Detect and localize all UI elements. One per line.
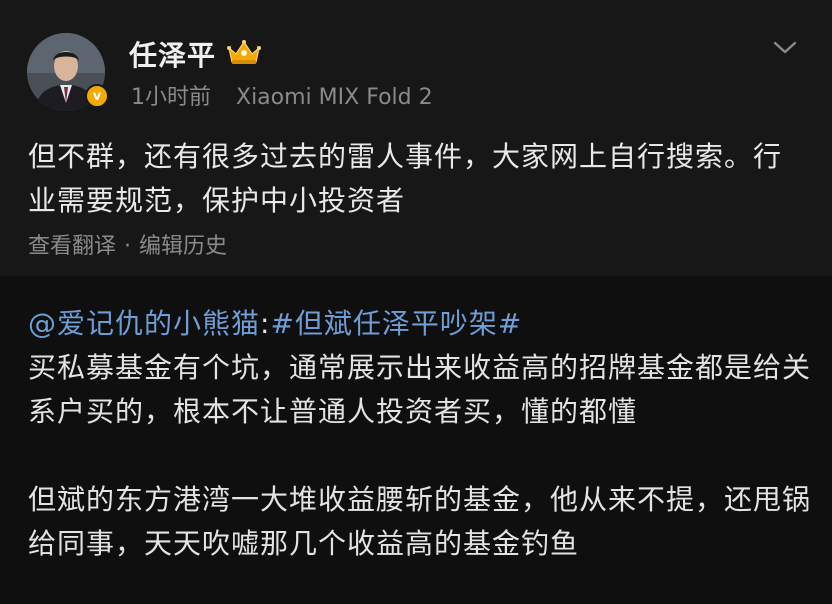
repost-text: @爱记仇的小熊猫:#但斌任泽平吵架# 买私募基金有个坑，通常展示出来收益高的招牌… bbox=[28, 302, 818, 566]
repost-paragraph-1-text: 买私募基金有个坑，通常展示出来收益高的招牌基金都是给关系户买的，根本不让普通人投… bbox=[28, 351, 812, 428]
post-device: Xiaomi MIX Fold 2 bbox=[236, 85, 433, 110]
verified-v-badge-icon: v bbox=[85, 84, 109, 108]
edit-history-link[interactable]: 编辑历史 bbox=[139, 234, 227, 259]
author-name[interactable]: 任泽平 bbox=[129, 34, 216, 74]
repost-paragraph-1: @爱记仇的小熊猫:#但斌任泽平吵架# 买私募基金有个坑，通常展示出来收益高的招牌… bbox=[28, 302, 818, 434]
hashtag-link[interactable]: #但斌任泽平吵架# bbox=[270, 307, 522, 340]
post-time: 1小时前 bbox=[131, 85, 211, 110]
chevron-down-icon[interactable] bbox=[770, 38, 800, 58]
original-post: v 任泽平 1小时前 Xiaomi MIX Fold 2 但不群，还有很多过去的… bbox=[0, 0, 832, 276]
post-text: 但不群，还有很多过去的雷人事件，大家网上自行搜索。行业需要规范，保护中小投资者 bbox=[28, 140, 783, 217]
colon: : bbox=[260, 307, 271, 340]
post-actions: 查看翻译 · 编辑历史 bbox=[28, 228, 227, 260]
post-meta: 1小时前 Xiaomi MIX Fold 2 bbox=[131, 79, 433, 111]
action-separator: · bbox=[124, 234, 132, 259]
translate-link[interactable]: 查看翻译 bbox=[28, 234, 116, 259]
repost-paragraph-2: 但斌的东方港湾一大堆收益腰斩的基金，他从来不提，还甩锅给同事，天天吹嘘那几个收益… bbox=[28, 483, 812, 560]
mention-link[interactable]: @爱记仇的小熊猫 bbox=[28, 307, 260, 340]
crown-badge-icon[interactable] bbox=[226, 38, 262, 66]
